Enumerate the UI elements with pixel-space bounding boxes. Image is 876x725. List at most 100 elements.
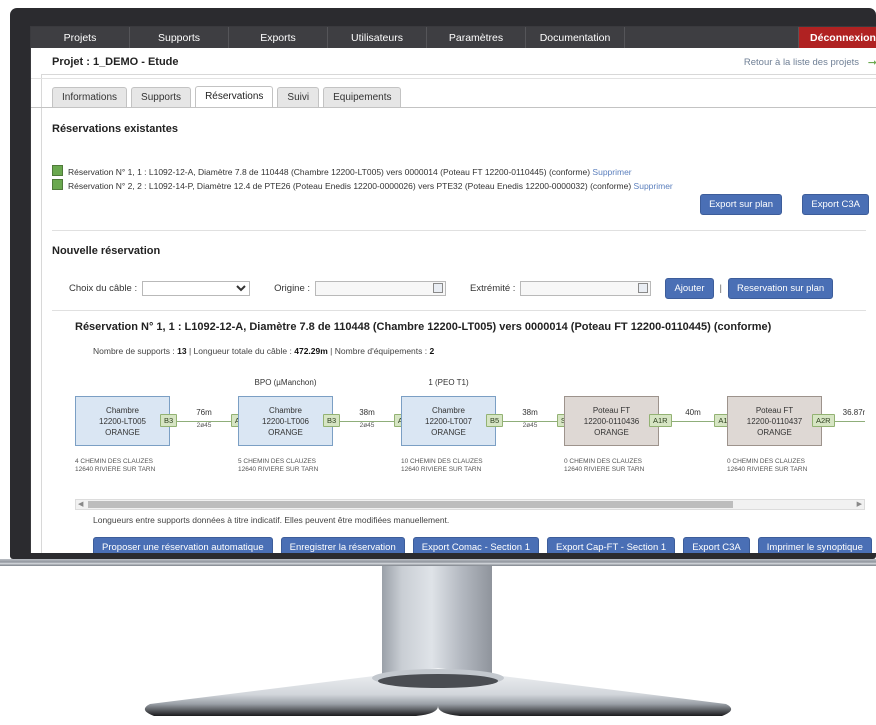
divider-1 xyxy=(52,230,866,231)
cable-length-value: 472.29m xyxy=(294,346,328,356)
cable-select-label: Choix du câble : xyxy=(69,283,138,294)
node-line-3: ORANGE xyxy=(757,427,792,437)
diagram-horizontal-scrollbar[interactable]: ◀ ▶ xyxy=(75,499,865,510)
page-title: Projet : 1_DEMO - Etude xyxy=(52,56,179,68)
cable-length-label: Longueur totale du câble : xyxy=(193,346,292,356)
node-box-chambre[interactable]: Chambre 12200-LT005 ORANGE xyxy=(75,396,170,446)
arrow-right-icon: ➞ xyxy=(868,56,876,69)
tab-supports[interactable]: Supports xyxy=(131,87,192,107)
link-sublabel: 2ø45 xyxy=(359,422,375,429)
scrollbar-thumb[interactable] xyxy=(88,501,733,508)
synoptic-link[interactable]: B5 38m 2ø45 S2 xyxy=(486,378,574,496)
nav-item-supports[interactable]: Supports xyxy=(130,27,229,48)
link-length[interactable]: 76m xyxy=(170,408,238,417)
nav-item-exports[interactable]: Exports xyxy=(229,27,328,48)
node-line-3: ORANGE xyxy=(431,427,466,437)
tab-informations[interactable]: Informations xyxy=(52,87,128,107)
origin-field-label: Origine : xyxy=(274,283,311,294)
reservation-row-1-text: Réservation N° 1, 1 : L1092-12-A, Diamèt… xyxy=(68,167,591,177)
origin-input[interactable] xyxy=(315,281,447,296)
link-length[interactable]: 36.87m xyxy=(822,408,865,417)
nav-spacer xyxy=(625,27,799,48)
origin-field-wrap xyxy=(315,281,447,296)
nav-item-documentation[interactable]: Documentation xyxy=(526,27,625,48)
node-line-1: Chambre xyxy=(269,405,302,415)
delete-reservation-1-link[interactable]: Supprimer xyxy=(592,167,631,177)
node-line-2: 12200-LT007 xyxy=(425,416,472,426)
tab-reservations[interactable]: Réservations xyxy=(195,86,274,107)
cable-select[interactable] xyxy=(142,281,251,296)
link-length[interactable]: 38m xyxy=(496,408,564,417)
node-box-chambre[interactable]: Chambre 12200-LT006 ORANGE xyxy=(238,396,333,446)
divider-2 xyxy=(52,310,866,311)
chevron-right-icon[interactable]: ▶ xyxy=(857,501,862,508)
proposer-reservation-automatique-button[interactable]: Proposer une réservation automatique xyxy=(93,537,273,553)
export-sur-plan-button[interactable]: Export sur plan xyxy=(700,194,782,215)
stand-base-shape xyxy=(144,668,732,716)
extremity-input[interactable] xyxy=(520,281,652,296)
node-line-1: Poteau FT xyxy=(592,405,631,415)
node-caption xyxy=(727,378,822,390)
green-square-status-icon xyxy=(52,165,63,176)
reservation-sur-plan-button[interactable]: Reservation sur plan xyxy=(728,278,834,299)
monitor-screen-area: Projets Supports Exports Utilisateurs Pa… xyxy=(30,26,876,553)
supports-count-value: 13 xyxy=(177,346,187,356)
export-cap-ft-section-1-button[interactable]: Export Cap-FT - Section 1 xyxy=(547,537,676,553)
delete-reservation-2-link[interactable]: Supprimer xyxy=(634,181,673,191)
application-screen: Projets Supports Exports Utilisateurs Pa… xyxy=(31,27,876,553)
page-body: Projet : 1_DEMO - Etude Retour à la list… xyxy=(31,48,876,553)
back-to-projects-link[interactable]: Retour à la liste des projets xyxy=(744,57,859,68)
stat-sep: | xyxy=(330,346,333,356)
new-reservation-form: Choix du câble : Origine : Extrémité : A… xyxy=(69,278,834,299)
link-length[interactable]: 38m xyxy=(333,408,401,417)
export-c3a-bottom-button[interactable]: Export C3A xyxy=(683,537,750,553)
nav-item-projets[interactable]: Projets xyxy=(31,27,130,48)
reservation-row-2-text: Réservation N° 2, 2 : L1092-14-P, Diamèt… xyxy=(68,181,632,191)
export-c3a-top-button[interactable]: Export C3A xyxy=(802,194,869,215)
new-reservation-heading: Nouvelle réservation xyxy=(52,245,161,257)
tab-equipements[interactable]: Equipements xyxy=(323,87,402,107)
tab-underline xyxy=(31,107,876,108)
node-line-2: 12200-LT006 xyxy=(262,416,309,426)
nav-item-parametres[interactable]: Paramètres xyxy=(427,27,526,48)
form-separator: | xyxy=(719,283,723,294)
nav-item-utilisateurs[interactable]: Utilisateurs xyxy=(328,27,427,48)
node-box-chambre[interactable]: Chambre 12200-LT007 ORANGE xyxy=(401,396,496,446)
synoptic-chain: Chambre 12200-LT005 ORANGE 4 CHEMIN DES … xyxy=(75,378,865,496)
monitor-chin xyxy=(0,559,876,566)
logout-button[interactable]: Déconnexion xyxy=(799,27,876,48)
action-button-row: Proposer une réservation automatique Enr… xyxy=(93,537,872,553)
project-header-row: Projet : 1_DEMO - Etude Retour à la list… xyxy=(31,48,876,79)
imprimer-synoptique-button[interactable]: Imprimer le synoptique xyxy=(757,537,872,553)
green-square-status-icon xyxy=(52,179,63,190)
monitor-frame: Projets Supports Exports Utilisateurs Pa… xyxy=(0,0,876,720)
stat-sep: | xyxy=(188,346,192,356)
tab-suivi[interactable]: Suivi xyxy=(277,87,320,107)
node-line-3: ORANGE xyxy=(268,427,303,437)
node-box-poteau[interactable]: Poteau FT 12200-0110436 ORANGE xyxy=(564,396,659,446)
extremity-field-wrap xyxy=(520,281,652,296)
reservation-detail-title: Réservation N° 1, 1 : L1092-12-A, Diamèt… xyxy=(75,321,772,333)
chevron-left-icon[interactable]: ◀ xyxy=(78,501,83,508)
synoptic-link[interactable]: A2R 36.87m A1R xyxy=(812,378,865,496)
node-line-2: 12200-0110437 xyxy=(746,416,803,426)
node-box-poteau[interactable]: Poteau FT 12200-0110437 ORANGE xyxy=(727,396,822,446)
export-comac-section-1-button[interactable]: Export Comac - Section 1 xyxy=(412,537,539,553)
synoptic-link[interactable]: B3 76m 2ø45 A3 xyxy=(160,378,248,496)
synoptic-link[interactable]: A1R 40m A1R xyxy=(649,378,737,496)
enregistrer-reservation-button[interactable]: Enregistrer la réservation xyxy=(280,537,405,553)
equipment-count-label: Nombre d'équipements : xyxy=(334,346,428,356)
node-line-3: ORANGE xyxy=(105,427,140,437)
monitor-stand-base xyxy=(130,668,746,720)
node-caption: BPO (µManchon) xyxy=(254,378,317,387)
synoptic-link[interactable]: B3 38m 2ø45 A9 xyxy=(323,378,411,496)
synoptic-diagram[interactable]: Chambre 12200-LT005 ORANGE 4 CHEMIN DES … xyxy=(75,378,865,496)
node-line-2: 12200-0110436 xyxy=(583,416,640,426)
diagram-note: Longueurs entre supports données à titre… xyxy=(93,515,450,525)
calendar-icon[interactable] xyxy=(433,283,444,293)
link-sublabel: 2ø45 xyxy=(196,422,212,429)
reservation-row-1: Réservation N° 1, 1 : L1092-12-A, Diamèt… xyxy=(52,165,632,177)
node-line-1: Poteau FT xyxy=(755,405,794,415)
ajouter-button[interactable]: Ajouter xyxy=(665,278,714,299)
calendar-icon[interactable] xyxy=(638,283,649,293)
